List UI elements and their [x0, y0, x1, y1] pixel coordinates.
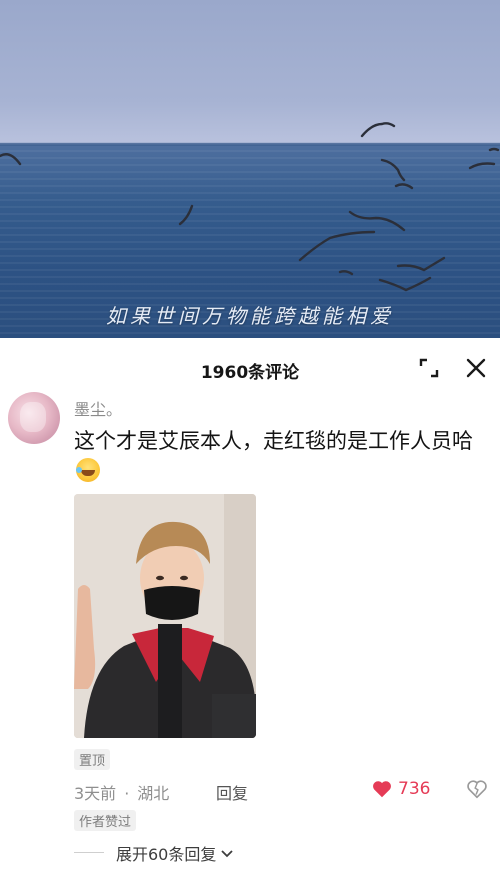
- video-player[interactable]: 如果世间万物能跨越能相爱: [0, 0, 500, 338]
- comment-time: 3天前: [74, 784, 117, 803]
- comments-sheet: 1960条评论 墨尘。 这个才是艾辰本人，走红毯的是工作人员哈 置顶 3天前 ·…: [0, 338, 500, 887]
- comment-text: 这个才是艾辰本人，走红毯的是工作人员哈: [74, 426, 488, 486]
- comment-username[interactable]: 墨尘。: [74, 396, 122, 420]
- comment-meta: 3天前 · 湖北: [74, 780, 169, 804]
- seagull: [380, 158, 406, 182]
- chevron-down-icon: [221, 850, 234, 858]
- seagull: [468, 162, 496, 170]
- comments-header: 1960条评论: [0, 338, 500, 398]
- comment-image[interactable]: [74, 494, 256, 738]
- video-subtitle: 如果世间万物能跨越能相爱: [106, 304, 394, 328]
- seagull: [394, 183, 414, 190]
- avatar[interactable]: [8, 392, 60, 444]
- laughing-tears-emoji-icon: [76, 458, 100, 482]
- author-liked-tag: 作者赞过: [74, 810, 137, 831]
- seagull: [488, 147, 500, 152]
- seagull: [298, 230, 376, 262]
- seagull: [360, 122, 396, 138]
- close-icon[interactable]: [464, 356, 488, 380]
- seagull: [378, 276, 432, 292]
- like-count: 736: [398, 779, 431, 799]
- pinned-tag: 置顶: [74, 749, 111, 770]
- seagull: [178, 204, 194, 226]
- seagull: [338, 270, 354, 276]
- divider-line: [74, 852, 104, 853]
- heart-icon: [373, 781, 391, 798]
- seagull: [348, 210, 406, 232]
- comment-photo-illustration: [74, 494, 256, 738]
- comment-text-body: 这个才是艾辰本人，走红毯的是工作人员哈: [74, 429, 473, 453]
- expand-icon[interactable]: [417, 356, 441, 380]
- seagulls-image: [0, 122, 500, 292]
- broken-heart-icon[interactable]: [466, 778, 488, 800]
- expand-replies-button[interactable]: 展开60条回复: [116, 841, 235, 865]
- expand-replies-label: 展开60条回复: [116, 845, 217, 864]
- seagull: [396, 256, 446, 272]
- meta-separator: ·: [124, 784, 130, 803]
- seagull: [0, 153, 22, 166]
- comment-location: 湖北: [137, 784, 170, 803]
- reply-button[interactable]: 回复: [216, 780, 248, 804]
